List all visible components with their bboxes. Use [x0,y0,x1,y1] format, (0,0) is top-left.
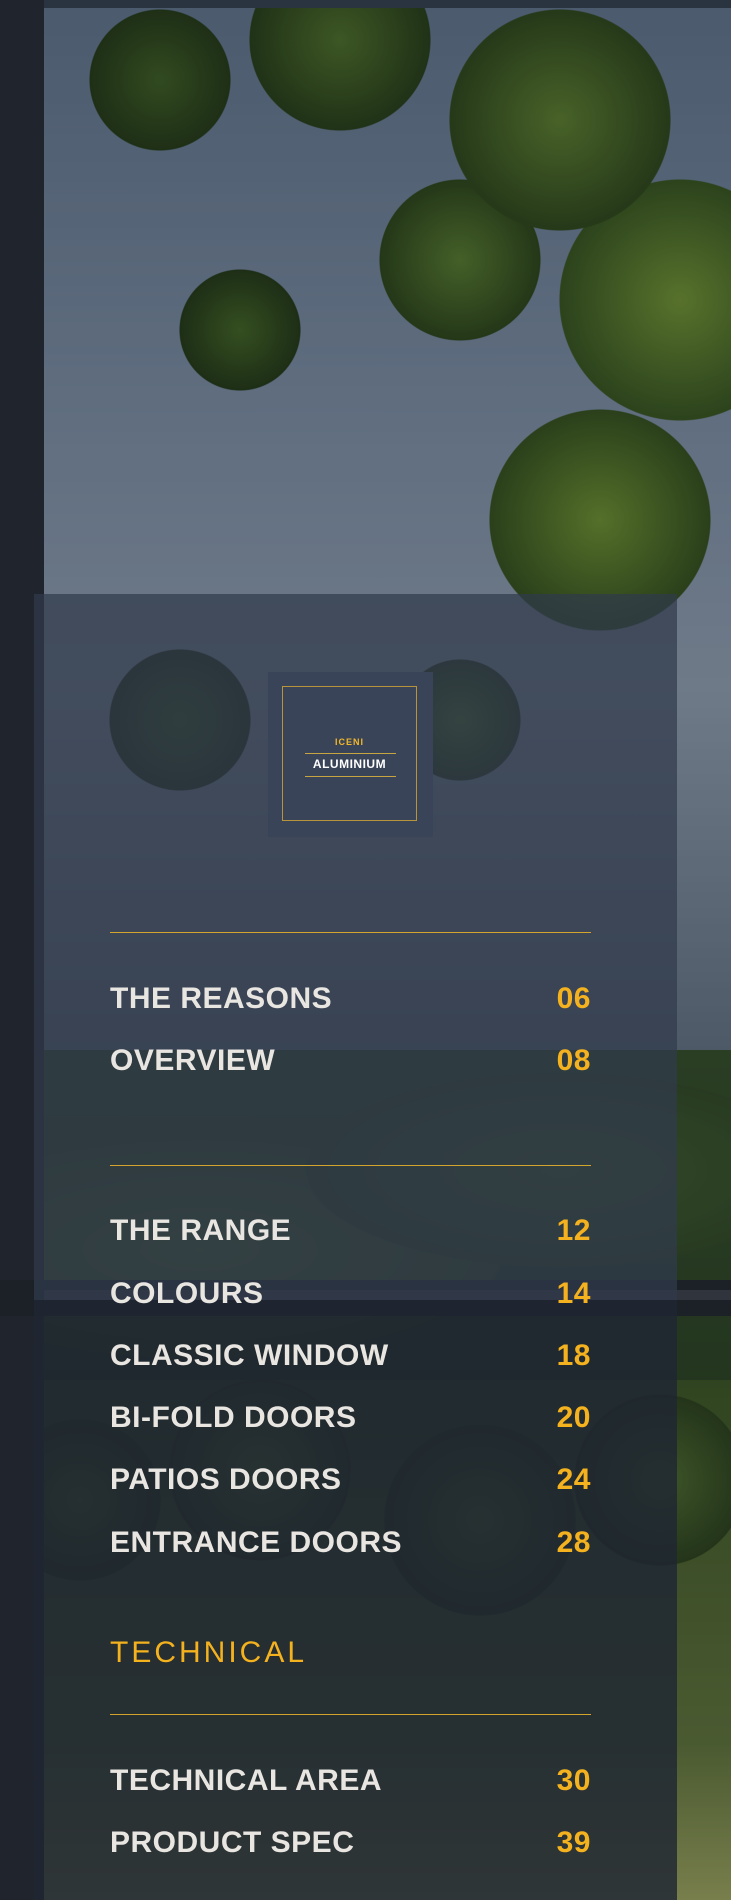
toc-item-label: CLASSIC WINDOW [110,1339,389,1372]
toc-item[interactable]: CLASSIC WINDOW 18 [110,1336,591,1376]
toc-item-label: BI-FOLD DOORS [110,1401,357,1434]
toc-item[interactable]: THE REASONS 06 [110,979,591,1019]
toc-item-page: 39 [556,1826,591,1859]
toc-item-page: 24 [556,1463,591,1496]
toc-item[interactable]: PRODUCT SPEC 39 [110,1823,591,1863]
toc-item-page: 30 [556,1764,591,1797]
section-divider [110,1165,591,1166]
toc-item-page: 06 [556,982,591,1015]
toc-item-page: 18 [556,1339,591,1372]
toc-item-label: PRODUCT SPEC [110,1826,355,1859]
toc-item-label: OVERVIEW [110,1044,276,1077]
logo-brand: ICENI [334,737,364,747]
toc-item[interactable]: ENTRANCE DOORS 28 [110,1523,591,1563]
contents-panel-shade [34,1300,677,1900]
toc-item[interactable]: THE RANGE 12 [110,1211,591,1251]
toc-item-label: TECHNICAL AREA [110,1764,383,1797]
toc-item-page: 20 [556,1401,591,1434]
section-divider [110,1714,591,1715]
iceni-logo: ICENI ALUMINIUM [268,672,433,837]
section-divider [110,932,591,933]
logo-rule-top [305,753,396,754]
toc-item-label: COLOURS [110,1277,264,1310]
toc-item-label: PATIOS DOORS [110,1463,342,1496]
technical-heading: TECHNICAL [110,1636,308,1669]
toc-item-page: 28 [556,1526,591,1559]
toc-item[interactable]: PATIOS DOORS 24 [110,1460,591,1500]
toc-item[interactable]: OVERVIEW 08 [110,1041,591,1081]
window-frame-top [0,0,731,8]
logo-rule-bottom [305,776,396,777]
toc-item-label: ENTRANCE DOORS [110,1526,403,1559]
logo-product: ALUMINIUM [312,757,387,771]
toc-item-page: 08 [556,1044,591,1077]
logo-border: ICENI ALUMINIUM [282,686,417,821]
toc-item[interactable]: BI-FOLD DOORS 20 [110,1398,591,1438]
toc-item[interactable]: COLOURS 14 [110,1274,591,1314]
toc-item-label: THE REASONS [110,982,333,1015]
toc-item-label: THE RANGE [110,1214,292,1247]
toc-item-page: 14 [556,1277,591,1310]
toc-item-page: 12 [556,1214,591,1247]
toc-item[interactable]: TECHNICAL AREA 30 [110,1761,591,1801]
